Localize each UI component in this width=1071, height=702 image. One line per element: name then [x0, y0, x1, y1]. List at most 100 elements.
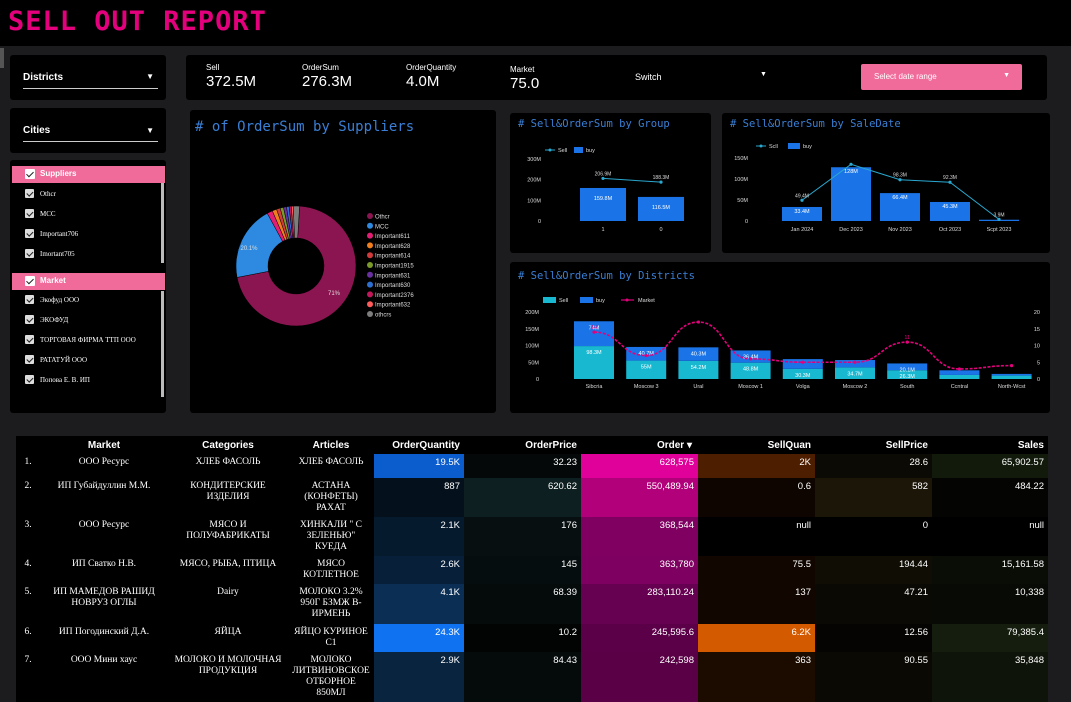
list-item-label: ЭКОФУД	[40, 316, 69, 324]
list-item-label: ТОРГОВАЯ ФИРМА ТТП ООО	[40, 336, 136, 344]
column-header[interactable]: Articles	[288, 436, 374, 454]
cell-category: МЯСО, РЫБА, ПТИЦА	[168, 556, 288, 584]
switch-label[interactable]: Switch	[635, 72, 662, 82]
cell-article: ХЛЕБ ФАСОЛЬ	[288, 454, 374, 478]
checkbox[interactable]	[25, 276, 35, 286]
table-row[interactable]: 1. ООО Ресурс ХЛЕБ ФАСОЛЬ ХЛЕБ ФАСОЛЬ 19.5K 3…	[16, 454, 1048, 478]
market-header-label: Market	[40, 276, 66, 285]
legend-swatch	[367, 222, 373, 229]
bar-buy[interactable]	[939, 370, 980, 375]
column-header[interactable]: SellPrice	[815, 436, 932, 454]
bar-data-label: 26.3M	[900, 374, 916, 380]
bar-data-label: 116.5M	[652, 205, 670, 211]
line-point[interactable]	[696, 320, 700, 324]
bar-sell[interactable]	[939, 374, 980, 379]
bar-buy[interactable]	[991, 373, 1032, 376]
line-point[interactable]	[801, 360, 805, 364]
kpi-ordersum-value: 276.3M	[302, 73, 353, 90]
legend-label: Market	[638, 298, 655, 304]
column-header[interactable]: SellQuan	[698, 436, 815, 454]
cell-order-quantity: 2.6K	[374, 556, 464, 584]
districts-dropdown[interactable]: Districts ▼	[10, 55, 166, 100]
checkbox[interactable]	[25, 169, 35, 179]
chevron-down-icon[interactable]: ▼	[146, 126, 154, 135]
line-point[interactable]	[644, 353, 648, 358]
cell-sales: 15,161.58	[932, 556, 1048, 584]
saledate-chart-panel: # Sell&OrderSum by SaleDate 150M 100M 50M 0…	[722, 113, 1050, 253]
column-header-sorted[interactable]: Order ▾	[581, 436, 698, 454]
cities-dropdown[interactable]: Cities ▼	[10, 108, 166, 153]
checkbox[interactable]	[25, 315, 34, 324]
market-list-header[interactable]: Market	[12, 273, 165, 290]
legend-swatch-buy	[788, 143, 800, 149]
cell-sell-price: 12.56	[815, 624, 932, 652]
legend-swatch	[367, 252, 373, 259]
cell-order-quantity: 887	[374, 478, 464, 517]
cell-sales: 79,385.4	[932, 624, 1048, 652]
chevron-down-icon[interactable]: ▼	[146, 72, 154, 81]
cell-sell-quantity: 6.2K	[698, 624, 815, 652]
cell-market: ООО Ресурс	[40, 517, 168, 556]
checkbox[interactable]	[25, 375, 34, 384]
column-header[interactable]: OrderPrice	[464, 436, 581, 454]
checkbox[interactable]	[25, 229, 34, 238]
bar-data-label: 66.4M	[892, 195, 908, 201]
cell-order: 628,575	[581, 454, 698, 478]
suppliers-scrollbar[interactable]	[161, 183, 164, 263]
cities-dropdown-label: Cities	[23, 125, 51, 136]
checkbox[interactable]	[25, 335, 34, 344]
chevron-down-icon: ▼	[1003, 72, 1010, 79]
legend-label: Important632	[375, 303, 411, 309]
line-point[interactable]	[1010, 364, 1014, 368]
axis-tick-label: 20	[1034, 310, 1040, 316]
cell-order-quantity: 2.9K	[374, 652, 464, 702]
bar-sell[interactable]	[991, 375, 1032, 379]
table-row[interactable]: 2. ИП Губайдуллин М.М. КОНДИТЕРСКИЕ ИЗДЕЛИ…	[16, 478, 1048, 517]
market-scrollbar[interactable]	[161, 291, 164, 397]
row-number: 7.	[16, 652, 40, 702]
line-point[interactable]	[749, 357, 753, 361]
cell-market: ИП Губайдуллин М.М.	[40, 478, 168, 517]
suppliers-list-header[interactable]: Suppliers	[12, 166, 165, 183]
bar-buy[interactable]	[580, 187, 626, 221]
x-tick-label: Moscow 2	[843, 384, 868, 390]
chevron-down-icon[interactable]: ▼	[760, 71, 767, 78]
table-row[interactable]: 6. ИП Погодинский Д.А. ЯЙЦА ЯЙЦО КУРИНОЕ С1…	[16, 624, 1048, 652]
cell-category: Dairy	[168, 584, 288, 624]
table-row[interactable]: 7. ООО Мини хаус МОЛОКО И МОЛОЧНАЯ ПРОДУКЦ…	[16, 652, 1048, 702]
x-tick-label: 0	[659, 227, 662, 233]
line-point[interactable]	[849, 162, 853, 166]
cell-sell-quantity: null	[698, 517, 815, 556]
column-header[interactable]: Categories	[168, 436, 288, 454]
column-header[interactable]: OrderQuantity	[374, 436, 464, 454]
checkbox[interactable]	[25, 249, 34, 258]
legend-label: Important628	[375, 244, 411, 250]
cell-sell-price: 582	[815, 478, 932, 517]
line-point[interactable]	[957, 367, 961, 371]
date-range-button[interactable]: Select date range ▼	[861, 64, 1022, 90]
cell-market: ООО Мини хаус	[40, 652, 168, 702]
scrollbar-stub[interactable]	[0, 48, 4, 68]
page-title: SELL OUT REPORT	[8, 6, 267, 37]
table-row[interactable]: 4. ИП Сватко Н.В. МЯСО, РЫБА, ПТИЦА МЯСО КО…	[16, 556, 1048, 584]
cell-order: 550,489.94	[581, 478, 698, 517]
bar-buy[interactable]	[782, 359, 823, 369]
column-header[interactable]: Market	[40, 436, 168, 454]
x-tick-label: Ural	[693, 384, 703, 390]
axis-tick-label: 50M	[737, 198, 748, 204]
checkbox[interactable]	[25, 295, 34, 304]
x-tick-label: 1	[601, 227, 604, 233]
line-point[interactable]	[853, 360, 857, 364]
x-tick-label: Nov 2023	[888, 227, 912, 233]
x-tick-label: Oct 2023	[939, 227, 961, 233]
checkbox[interactable]	[25, 355, 34, 364]
table-row[interactable]: 3. ООО Ресурс МЯСО И ПОЛУФАБРИКАТЫ ХИНКАЛИ …	[16, 517, 1048, 556]
table-row[interactable]: 5. ИП МАМЕДОВ РАШИД НОВРУЗ ОГЛЫ Dairy МОЛОК…	[16, 584, 1048, 624]
cell-order-price: 32.23	[464, 454, 581, 478]
checkbox[interactable]	[25, 189, 34, 198]
column-header[interactable]: Sales	[932, 436, 1048, 454]
bar-buy[interactable]	[831, 167, 871, 221]
checkbox[interactable]	[25, 209, 34, 218]
bar-data-label: 45.3M	[942, 204, 958, 210]
axis-tick-label: 0	[745, 219, 748, 225]
